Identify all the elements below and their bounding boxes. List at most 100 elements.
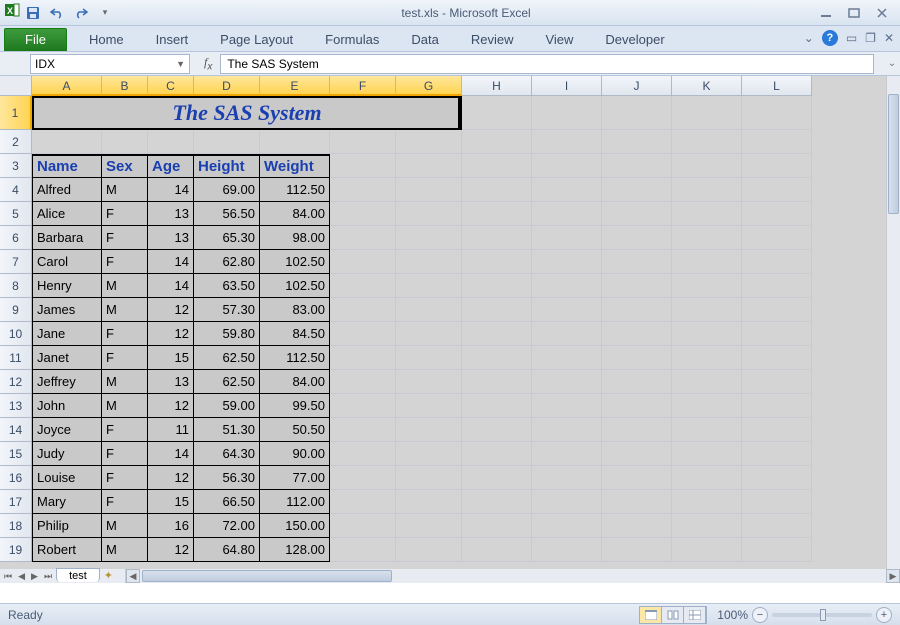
row-header-13[interactable]: 13: [0, 394, 32, 418]
cell-2-H[interactable]: [462, 130, 532, 154]
cell-age-1[interactable]: 13: [148, 202, 194, 226]
title-merged-cell[interactable]: The SAS System: [32, 96, 462, 130]
cell-weight-4[interactable]: 102.50: [260, 274, 330, 298]
cell-10-L[interactable]: [742, 322, 812, 346]
row-header-9[interactable]: 9: [0, 298, 32, 322]
cell-2-B[interactable]: [102, 130, 148, 154]
col-header-A[interactable]: A: [32, 76, 102, 96]
cell-15-J[interactable]: [602, 442, 672, 466]
cell-name-11[interactable]: Judy: [32, 442, 102, 466]
cell-name-12[interactable]: Louise: [32, 466, 102, 490]
cell-5-G[interactable]: [396, 202, 462, 226]
cell-5-J[interactable]: [602, 202, 672, 226]
cell-sex-6[interactable]: F: [102, 322, 148, 346]
cell-age-3[interactable]: 14: [148, 250, 194, 274]
cell-weight-12[interactable]: 77.00: [260, 466, 330, 490]
cell-7-H[interactable]: [462, 250, 532, 274]
cell-age-6[interactable]: 12: [148, 322, 194, 346]
cell-8-J[interactable]: [602, 274, 672, 298]
cell-9-J[interactable]: [602, 298, 672, 322]
cell-5-H[interactable]: [462, 202, 532, 226]
cell-19-L[interactable]: [742, 538, 812, 562]
cell-12-G[interactable]: [396, 370, 462, 394]
cell-5-I[interactable]: [532, 202, 602, 226]
cell-9-G[interactable]: [396, 298, 462, 322]
row-header-12[interactable]: 12: [0, 370, 32, 394]
cell-3-J[interactable]: [602, 154, 672, 178]
cell-4-I[interactable]: [532, 178, 602, 202]
cell-name-14[interactable]: Philip: [32, 514, 102, 538]
cell-11-J[interactable]: [602, 346, 672, 370]
cell-sex-9[interactable]: M: [102, 394, 148, 418]
zoom-level[interactable]: 100%: [717, 608, 748, 622]
cell-2-G[interactable]: [396, 130, 462, 154]
cell-10-J[interactable]: [602, 322, 672, 346]
workbook-minimize-icon[interactable]: ▭: [846, 31, 857, 45]
cell-13-H[interactable]: [462, 394, 532, 418]
col-header-H[interactable]: H: [462, 76, 532, 96]
cell-5-K[interactable]: [672, 202, 742, 226]
vertical-scrollbar[interactable]: [886, 76, 900, 569]
cell-3-K[interactable]: [672, 154, 742, 178]
vscroll-thumb[interactable]: [888, 94, 899, 214]
cell-3-G[interactable]: [396, 154, 462, 178]
view-page-layout-icon[interactable]: [662, 607, 684, 623]
cell-18-F[interactable]: [330, 514, 396, 538]
col-header-K[interactable]: K: [672, 76, 742, 96]
cell-age-14[interactable]: 16: [148, 514, 194, 538]
cell-7-F[interactable]: [330, 250, 396, 274]
cell-weight-14[interactable]: 150.00: [260, 514, 330, 538]
cell-13-G[interactable]: [396, 394, 462, 418]
view-normal-icon[interactable]: [640, 607, 662, 623]
qat-customize-icon[interactable]: ▾: [94, 3, 116, 23]
cell-age-15[interactable]: 12: [148, 538, 194, 562]
cell-1-H[interactable]: [462, 96, 532, 130]
cell-19-H[interactable]: [462, 538, 532, 562]
cell-weight-15[interactable]: 128.00: [260, 538, 330, 562]
cell-2-F[interactable]: [330, 130, 396, 154]
cell-3-L[interactable]: [742, 154, 812, 178]
cell-16-H[interactable]: [462, 466, 532, 490]
cell-age-10[interactable]: 11: [148, 418, 194, 442]
cell-9-L[interactable]: [742, 298, 812, 322]
cell-10-K[interactable]: [672, 322, 742, 346]
cell-weight-13[interactable]: 112.00: [260, 490, 330, 514]
tab-insert[interactable]: Insert: [140, 28, 205, 51]
cell-sex-1[interactable]: F: [102, 202, 148, 226]
cell-weight-6[interactable]: 84.50: [260, 322, 330, 346]
cell-2-C[interactable]: [148, 130, 194, 154]
cell-10-G[interactable]: [396, 322, 462, 346]
cell-15-H[interactable]: [462, 442, 532, 466]
col-header-D[interactable]: D: [194, 76, 260, 96]
sheet-nav-next-icon[interactable]: ▶: [29, 571, 40, 582]
header-age[interactable]: Age: [148, 154, 194, 178]
cell-11-F[interactable]: [330, 346, 396, 370]
cell-6-H[interactable]: [462, 226, 532, 250]
hscroll-left-icon[interactable]: ◀: [126, 569, 140, 583]
tab-developer[interactable]: Developer: [589, 28, 680, 51]
cell-13-L[interactable]: [742, 394, 812, 418]
cell-2-D[interactable]: [194, 130, 260, 154]
cell-5-L[interactable]: [742, 202, 812, 226]
cell-4-H[interactable]: [462, 178, 532, 202]
col-header-I[interactable]: I: [532, 76, 602, 96]
cell-12-I[interactable]: [532, 370, 602, 394]
cell-sex-13[interactable]: F: [102, 490, 148, 514]
cell-7-J[interactable]: [602, 250, 672, 274]
tab-formulas[interactable]: Formulas: [309, 28, 395, 51]
sheet-nav-prev-icon[interactable]: ◀: [16, 571, 27, 582]
cell-1-I[interactable]: [532, 96, 602, 130]
cell-12-K[interactable]: [672, 370, 742, 394]
col-header-C[interactable]: C: [148, 76, 194, 96]
row-header-5[interactable]: 5: [0, 202, 32, 226]
cell-sex-15[interactable]: M: [102, 538, 148, 562]
cell-15-L[interactable]: [742, 442, 812, 466]
cell-16-K[interactable]: [672, 466, 742, 490]
cell-12-L[interactable]: [742, 370, 812, 394]
cell-8-H[interactable]: [462, 274, 532, 298]
cell-age-8[interactable]: 13: [148, 370, 194, 394]
tab-file[interactable]: File: [4, 28, 67, 51]
cell-15-K[interactable]: [672, 442, 742, 466]
cell-11-G[interactable]: [396, 346, 462, 370]
row-header-3[interactable]: 3: [0, 154, 32, 178]
